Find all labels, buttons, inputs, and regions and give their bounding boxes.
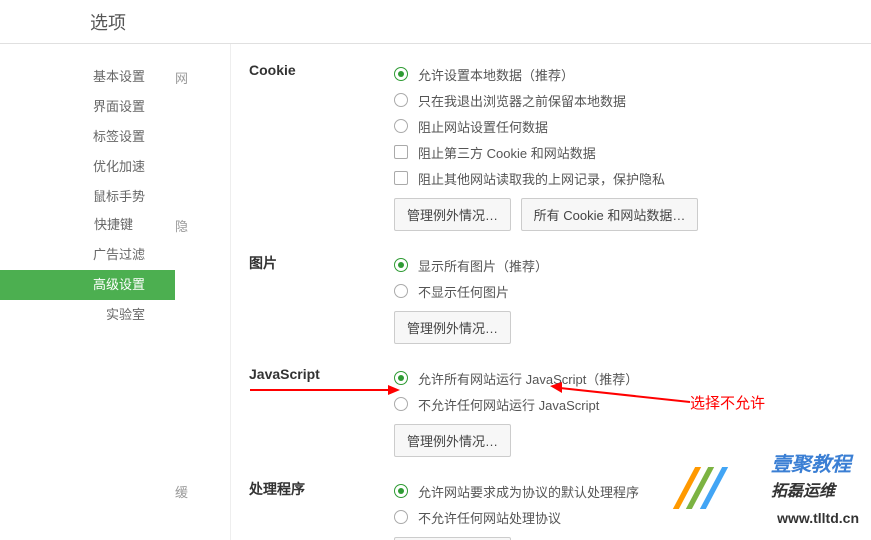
btn-image-exceptions[interactable]: 管理例外情况… [394,311,511,344]
radio-handler-block[interactable] [394,510,408,524]
section-image: 图片 显示所有图片（推荐） 不显示任何图片 管理例外情况… [249,253,871,344]
section-cookie: Cookie 允许设置本地数据（推荐） 只在我退出浏览器之前保留本地数据 阻止网… [249,62,871,231]
checkbox-block-tracking[interactable] [394,171,408,185]
radio-label: 不允许任何网站处理协议 [418,508,561,527]
main-layout: 基本设置 界面设置 标签设置 优化加速 鼠标手势 快捷键 广告过滤 高级设置 实… [0,44,871,540]
section-js: JavaScript 允许所有网站运行 JavaScript（推荐） 不允许任何… [249,366,871,457]
sidebar-item-tabs[interactable]: 标签设置 [0,122,175,152]
radio-label: 允许网站要求成为协议的默认处理程序 [418,482,639,501]
sidebar: 基本设置 界面设置 标签设置 优化加速 鼠标手势 快捷键 广告过滤 高级设置 实… [0,44,175,540]
radio-handler-allow[interactable] [394,484,408,498]
btn-cookie-exceptions[interactable]: 管理例外情况… [394,198,511,231]
radio-js-block[interactable] [394,397,408,411]
watermark-url: www.tlltd.cn [777,510,859,526]
category-column: 网 隐 缓 [175,44,230,540]
sidebar-item-adblock[interactable]: 广告过滤 [0,240,175,270]
page-title: 选项 [90,9,126,35]
radio-cookie-allow[interactable] [394,67,408,81]
checkbox-label: 阻止第三方 Cookie 和网站数据 [418,143,596,162]
section-title-cookie: Cookie [249,62,394,231]
btn-js-exceptions[interactable]: 管理例外情况… [394,424,511,457]
watermark-stripes-icon [684,467,721,512]
btn-cookie-all[interactable]: 所有 Cookie 和网站数据… [521,198,699,231]
watermark-brand: 壹聚教程 拓磊运维 [771,448,851,502]
sidebar-item-basic[interactable]: 基本设置 [0,62,175,92]
sidebar-item-advanced[interactable]: 高级设置 [0,270,175,300]
sidebar-item-mouse[interactable]: 鼠标手势 [0,182,175,212]
radio-label: 阻止网站设置任何数据 [418,117,548,136]
sidebar-item-shortcut[interactable]: 快捷键 [0,210,175,240]
section-title-image: 图片 [249,253,394,344]
checkbox-label: 阻止其他网站读取我的上网记录，保护隐私 [418,169,665,188]
category-label-net: 网 [175,64,230,94]
radio-label: 不显示任何图片 [418,282,509,301]
radio-image-show[interactable] [394,258,408,272]
category-label-privacy: 隐 [175,212,230,242]
radio-image-hide[interactable] [394,284,408,298]
section-title-handler: 处理程序 [249,479,394,540]
category-label-cache: 缓 [175,478,230,508]
sidebar-item-lab[interactable]: 实验室 [0,300,175,330]
section-title-js: JavaScript [249,366,394,457]
radio-label: 显示所有图片（推荐） [418,256,548,275]
checkbox-block-3p[interactable] [394,145,408,159]
page-header: 选项 [0,0,871,44]
radio-label: 只在我退出浏览器之前保留本地数据 [418,91,626,110]
sidebar-item-ui[interactable]: 界面设置 [0,92,175,122]
radio-cookie-session[interactable] [394,93,408,107]
radio-label: 不允许任何网站运行 JavaScript [418,395,599,414]
annotation-text: 选择不允许 [690,392,765,413]
radio-js-allow[interactable] [394,371,408,385]
radio-label: 允许设置本地数据（推荐） [418,65,574,84]
radio-label: 允许所有网站运行 JavaScript（推荐） [418,369,638,388]
sidebar-item-speed[interactable]: 优化加速 [0,152,175,182]
radio-cookie-block[interactable] [394,119,408,133]
